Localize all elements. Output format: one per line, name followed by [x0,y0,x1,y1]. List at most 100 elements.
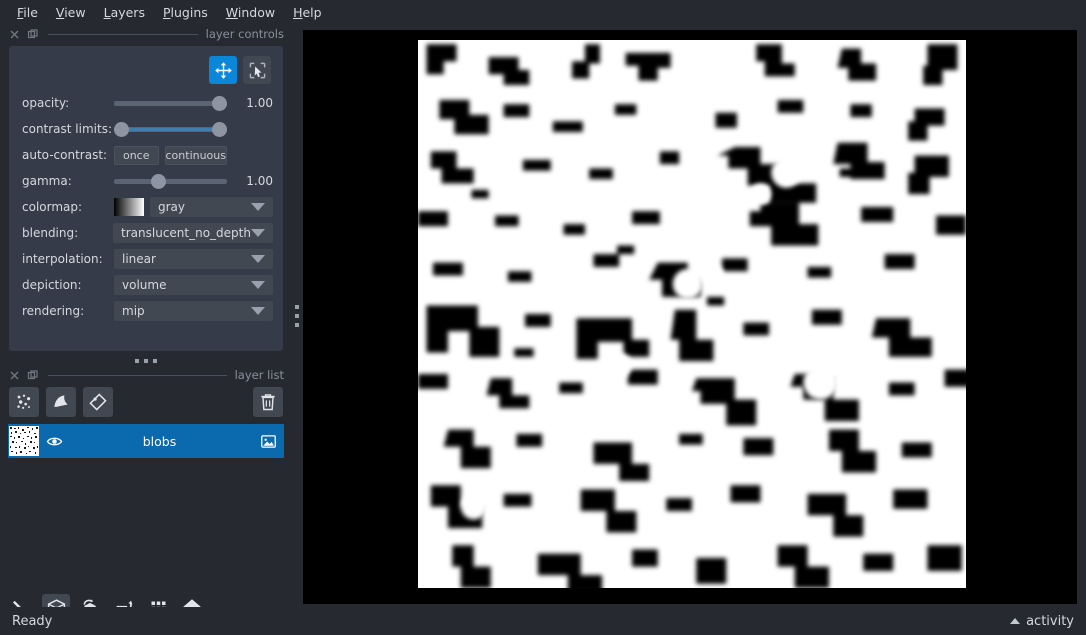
opacity-row: opacity: 1.00 [9,90,283,116]
colormap-swatch [114,198,144,216]
new-shapes-layer-button[interactable] [46,387,76,417]
shapes-icon [54,395,68,407]
menu-view[interactable]: View [47,2,95,23]
contrast-limits-low-handle[interactable] [114,121,129,137]
rendering-row: rendering: mip [9,298,283,324]
layer-thumbnail-image [9,426,39,456]
gamma-row: gamma: 1.00 [9,168,283,194]
new-labels-layer-button[interactable] [83,387,113,417]
layer-list: blobs [8,424,284,458]
auto-contrast-row: auto-contrast: once continuous [9,142,283,168]
layer-controls-title-label: layer controls [205,27,284,41]
vertical-splitter-handle[interactable] [292,24,303,607]
gamma-slider-track [114,178,227,184]
opacity-value: 1.00 [246,96,273,110]
blending-label: blending: [22,226,79,240]
activity-button[interactable]: activity [1010,614,1074,629]
blending-row: blending: translucent_no_depth [9,220,283,246]
eye-icon [46,437,62,445]
interpolation-value: linear [122,252,156,266]
layer-controls-panel: opacity: 1.00 contrast limits: auto-cont… [9,46,283,351]
auto-contrast-label: auto-contrast: [22,148,108,162]
opacity-label: opacity: [22,96,70,110]
layer-list-dock-title: layer list [0,365,292,385]
layer-controls-dock-title: layer controls [0,24,292,44]
transform-icon [249,62,265,78]
layer-type-badge [252,433,284,450]
menu-window[interactable]: Window [217,2,284,23]
contrast-limits-high-handle[interactable] [212,121,227,137]
splitter-dot [135,359,139,363]
opacity-slider-handle[interactable] [212,95,227,111]
status-message: Ready [12,613,53,629]
splitter-dot [295,323,299,327]
layer-controls-grid: opacity: 1.00 contrast limits: auto-cont… [9,90,283,324]
viewer-canvas[interactable] [303,30,1077,604]
layer-thumbnail [9,426,39,456]
opacity-slider-track [114,100,227,106]
dock-float-icon[interactable] [26,369,39,382]
contrast-limits-slider-fill [121,127,220,131]
dock-float-icon[interactable] [26,28,39,41]
blobs-image-layer [418,40,966,588]
activity-label: activity [1026,613,1074,629]
depiction-value: volume [122,278,167,292]
left-dock-panel: layer controls opacity: 1.00 contrast li… [0,24,292,622]
trash-icon [261,394,275,411]
opacity-slider[interactable] [114,94,227,112]
splitter-dot [144,359,148,363]
interpolation-row: interpolation: linear [9,246,283,272]
chevron-down-icon [251,229,265,237]
blending-value: translucent_no_depth [121,226,251,240]
gamma-value: 1.00 [246,174,273,188]
chevron-down-icon [251,203,265,211]
chevron-down-icon [251,307,265,315]
points-icon [17,394,31,409]
interpolation-combobox[interactable]: linear [114,249,273,269]
menu-help[interactable]: Help [284,2,331,23]
pan-zoom-icon [214,61,232,79]
new-points-layer-button[interactable] [9,387,39,417]
dock-close-icon[interactable] [8,369,21,382]
blending-combobox[interactable]: translucent_no_depth [113,223,273,243]
layer-visibility-toggle[interactable] [41,433,67,450]
labels-icon [89,393,107,411]
blobs-rendering [418,40,966,588]
transform-mode-button[interactable] [243,56,271,84]
layer-buttons-toolbar [9,386,283,418]
contrast-limits-slider[interactable] [114,120,227,138]
dock-title-rule [48,374,227,376]
chevron-up-icon [1010,618,1021,624]
menu-plugins[interactable]: Plugins [154,2,217,23]
contrast-limits-row: contrast limits: [9,116,283,142]
dock-close-icon[interactable] [8,28,21,41]
mode-button-group [209,56,271,84]
layer-name-label: blobs [142,433,177,449]
image-layer-icon [260,434,276,448]
splitter-dot [295,305,299,309]
auto-contrast-once-button[interactable]: once [114,145,159,165]
colormap-label: colormap: [22,200,83,214]
gamma-slider-handle[interactable] [151,173,167,189]
depiction-row: depiction: volume [9,272,283,298]
delete-layer-button[interactable] [253,387,283,417]
layer-list-item-blobs[interactable]: blobs [8,424,284,458]
status-bar: Ready activity [0,607,1086,635]
vertical-splitter-dots [295,305,299,327]
depiction-combobox[interactable]: volume [114,275,273,295]
gamma-label: gamma: [22,174,72,188]
interpolation-label: interpolation: [22,252,103,266]
splitter-dot [295,314,299,318]
auto-contrast-continuous-button[interactable]: continuous [164,145,227,165]
depiction-label: depiction: [22,278,82,292]
pan-zoom-mode-button[interactable] [209,56,237,84]
colormap-row: colormap: gray [9,194,283,220]
rendering-label: rendering: [22,304,85,318]
menu-file[interactable]: File [8,2,47,23]
colormap-combobox[interactable]: gray [150,197,273,217]
colormap-value: gray [158,200,186,214]
chevron-down-icon [251,255,265,263]
menu-layers[interactable]: Layers [95,2,154,23]
rendering-combobox[interactable]: mip [114,301,273,321]
gamma-slider[interactable] [114,172,227,190]
